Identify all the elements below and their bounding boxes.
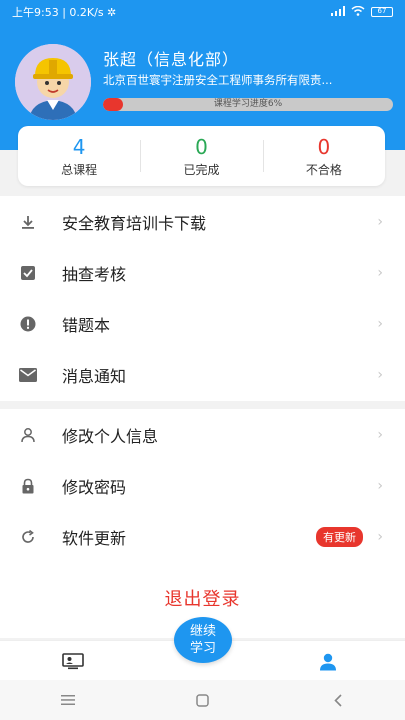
continue-learning-button[interactable]: 继续 学习 bbox=[174, 617, 232, 663]
course-progress-bar: 课程学习进度6% bbox=[103, 98, 393, 111]
tab-courses[interactable] bbox=[62, 653, 84, 670]
chevron-right-icon: › bbox=[377, 315, 383, 332]
chevron-right-icon: › bbox=[377, 366, 383, 383]
check-square-icon bbox=[18, 263, 38, 283]
menu-item-label: 修改密码 bbox=[62, 477, 127, 497]
user-name: 张超（信息化部） bbox=[103, 50, 240, 69]
chevron-right-icon: › bbox=[377, 477, 383, 494]
menu-item-label: 安全教育培训卡下载 bbox=[62, 213, 207, 233]
stat-failed[interactable]: 0 不合格 bbox=[262, 126, 385, 186]
user-icon bbox=[18, 425, 38, 445]
chevron-right-icon: › bbox=[377, 528, 383, 545]
menu-item-edit-profile[interactable]: 修改个人信息 › bbox=[0, 409, 405, 460]
signal-icon bbox=[331, 5, 345, 19]
wifi-icon bbox=[351, 5, 365, 19]
menu-group-primary: 安全教育培训卡下载 › 抽查考核 › 错题本 › 消息通知 › bbox=[0, 196, 405, 401]
menu-item-training-card-download[interactable]: 安全教育培训卡下载 › bbox=[0, 196, 405, 247]
menu-item-change-password[interactable]: 修改密码 › bbox=[0, 460, 405, 511]
status-time: 上午9:53 | 0.2K/s ✲ bbox=[12, 6, 117, 19]
menu-item-spot-check-exam[interactable]: 抽查考核 › bbox=[0, 247, 405, 298]
refresh-icon bbox=[18, 527, 38, 547]
stat-label: 不合格 bbox=[305, 162, 342, 177]
menu-item-label: 错题本 bbox=[62, 315, 111, 335]
lock-icon bbox=[18, 476, 38, 496]
stat-completed[interactable]: 0 已完成 bbox=[140, 126, 262, 186]
menu-item-label: 消息通知 bbox=[62, 366, 127, 386]
courses-icon bbox=[62, 653, 84, 670]
mail-icon bbox=[18, 365, 38, 385]
continue-learning-label: 继续 学习 bbox=[189, 624, 216, 656]
menu-item-software-update[interactable]: 软件更新 有更新 › bbox=[0, 511, 405, 562]
back-icon[interactable] bbox=[323, 690, 353, 710]
battery-icon: 67 bbox=[371, 7, 393, 17]
stat-value: 0 bbox=[317, 134, 331, 159]
menu-item-label: 软件更新 bbox=[62, 528, 127, 548]
stats-card: 4 总课程 0 已完成 0 不合格 bbox=[18, 126, 385, 186]
profile-icon bbox=[320, 653, 336, 671]
menu-item-wrong-questions[interactable]: 错题本 › bbox=[0, 298, 405, 349]
menu-icon[interactable] bbox=[53, 690, 83, 710]
alert-circle-icon bbox=[18, 314, 38, 334]
menu-item-label: 抽查考核 bbox=[62, 264, 127, 284]
menu-item-label: 修改个人信息 bbox=[62, 426, 159, 446]
home-icon[interactable] bbox=[188, 690, 218, 710]
update-badge: 有更新 bbox=[316, 526, 363, 547]
stat-value: 0 bbox=[195, 134, 208, 159]
stat-total-courses[interactable]: 4 总课程 bbox=[18, 126, 140, 186]
chevron-right-icon: › bbox=[377, 426, 383, 443]
course-progress-text: 课程学习进度6% bbox=[213, 99, 283, 109]
chevron-right-icon: › bbox=[377, 213, 383, 230]
user-organization: 北京百世寰宇注册安全工程师事务所有限责... bbox=[103, 73, 333, 87]
stat-label: 已完成 bbox=[183, 162, 220, 177]
menu-item-notifications[interactable]: 消息通知 › bbox=[0, 349, 405, 400]
chevron-right-icon: › bbox=[377, 264, 383, 281]
stat-label: 总课程 bbox=[61, 162, 98, 177]
status-icons: 67 bbox=[331, 5, 393, 19]
stat-value: 4 bbox=[72, 134, 86, 159]
system-nav-bar bbox=[0, 680, 405, 720]
download-icon bbox=[18, 212, 38, 232]
logout-button[interactable]: 退出登录 bbox=[0, 585, 405, 611]
tab-profile[interactable] bbox=[318, 653, 338, 671]
avatar[interactable] bbox=[15, 44, 91, 120]
status-bar: 上午9:53 | 0.2K/s ✲ 67 bbox=[0, 0, 405, 24]
